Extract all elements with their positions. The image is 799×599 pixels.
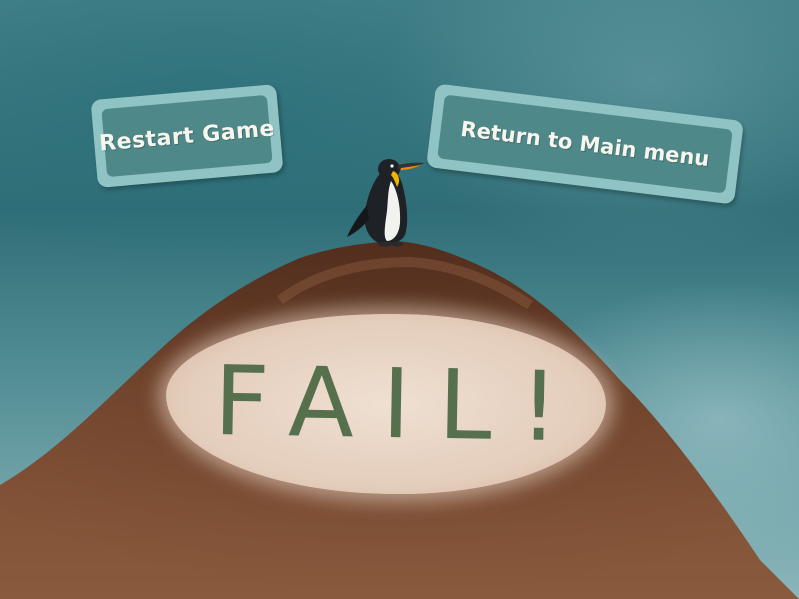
mountain — [0, 241, 799, 599]
restart-game-button[interactable]: Restart Game — [90, 84, 284, 188]
penguin-icon — [347, 159, 425, 247]
fail-text: FAIL! — [212, 345, 588, 464]
return-to-main-menu-label: Return to Main menu — [459, 116, 711, 172]
restart-game-button-face[interactable]: Restart Game — [98, 94, 276, 178]
game-over-screen: FAIL! Restart Game Return to Main menu — [0, 0, 799, 599]
restart-game-label: Restart Game — [98, 115, 276, 157]
